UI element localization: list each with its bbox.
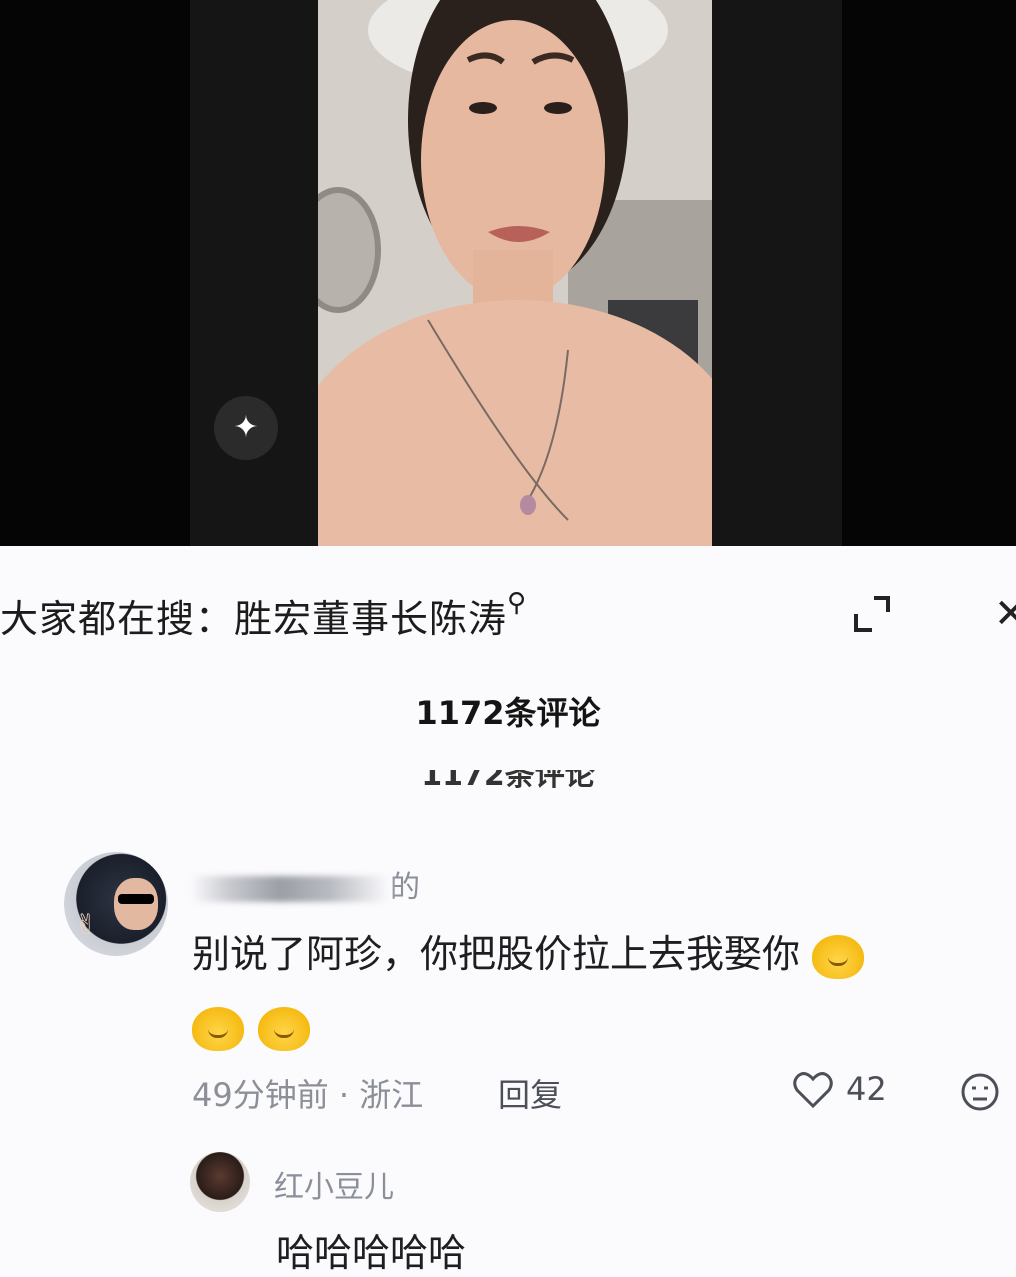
avatar[interactable]: ✌ bbox=[64, 852, 168, 956]
comment-time: 49分钟前 bbox=[192, 1076, 329, 1114]
comment-count-ghost: 1172条评论 bbox=[421, 770, 595, 793]
expand-icon[interactable] bbox=[852, 594, 892, 634]
comment-location: 浙江 bbox=[359, 1076, 424, 1114]
sparkle-icon[interactable]: ✦ bbox=[214, 396, 278, 460]
comment-meta: 49分钟前 · 浙江 bbox=[192, 1070, 423, 1116]
search-suggestion[interactable]: 大家都在搜：胜宏董事长陈涛⚲ bbox=[0, 588, 527, 643]
search-icon: ⚲ bbox=[507, 588, 528, 618]
reply-text: 哈哈哈哈哈 bbox=[276, 1231, 467, 1275]
comment-username[interactable]: 的 bbox=[190, 862, 420, 906]
crying-face-icon bbox=[258, 1006, 310, 1051]
video-person-image bbox=[318, 0, 712, 546]
username-suffix: 的 bbox=[390, 870, 420, 905]
video-side-panel-left bbox=[190, 0, 318, 546]
avatar-sunglasses bbox=[118, 894, 154, 904]
meta-separator: · bbox=[338, 1076, 350, 1114]
close-icon[interactable]: ✕ bbox=[994, 594, 1016, 634]
comment-body: 别说了阿珍，你把股价拉上去我娶你 bbox=[192, 932, 801, 976]
heart-icon[interactable] bbox=[792, 1070, 834, 1110]
comment-text: 别说了阿珍，你把股价拉上去我娶你 bbox=[192, 918, 972, 1062]
video-frame[interactable] bbox=[318, 0, 712, 546]
reply-button[interactable]: 回复 bbox=[498, 1070, 562, 1116]
search-suggestion-label: 大家都在搜： bbox=[0, 597, 235, 641]
comment-count-title: 1172条评论 bbox=[415, 694, 601, 732]
crying-face-icon bbox=[192, 1006, 244, 1051]
reply-username[interactable]: 红小豆儿 bbox=[274, 1162, 394, 1206]
like-count: 42 bbox=[846, 1070, 887, 1108]
video-player[interactable]: ✦ bbox=[0, 0, 1016, 546]
crying-face-icon bbox=[812, 934, 865, 979]
search-suggestion-query[interactable]: 胜宏董事长陈涛 bbox=[234, 597, 507, 641]
peace-sign-icon: ✌ bbox=[74, 908, 98, 941]
username-blurred bbox=[190, 875, 390, 902]
reply-avatar[interactable] bbox=[190, 1152, 250, 1212]
dislike-face-icon[interactable] bbox=[960, 1072, 1000, 1112]
video-side-panel-right bbox=[712, 0, 842, 546]
avatar-face bbox=[114, 878, 158, 930]
